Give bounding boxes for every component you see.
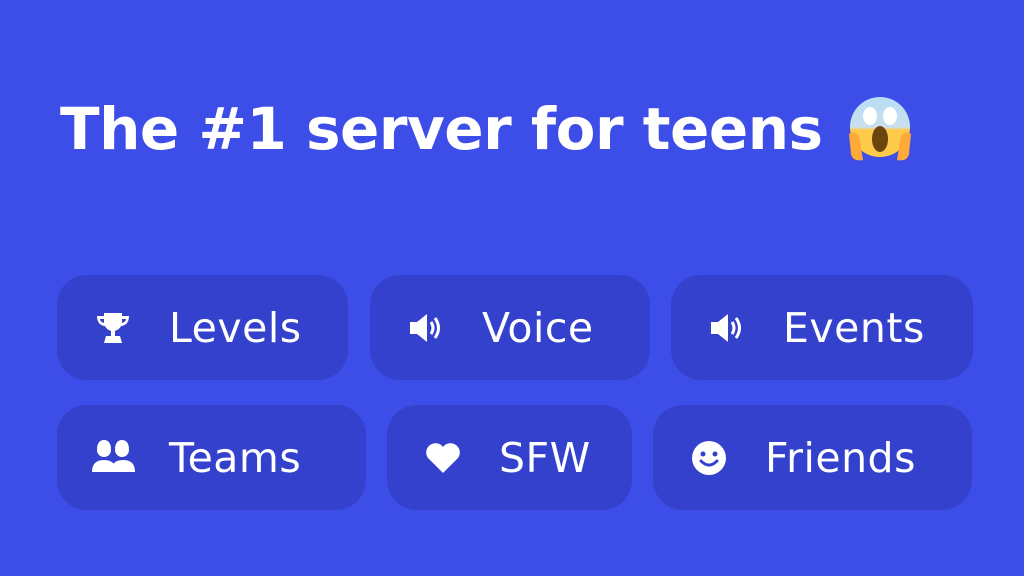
feature-levels: Levels: [57, 275, 348, 380]
feature-voice: Voice: [370, 275, 650, 380]
trophy-icon: [91, 306, 135, 350]
speaker-icon: [705, 306, 749, 350]
screaming-face-emoji-icon: [848, 97, 911, 161]
feature-label: SFW: [499, 433, 591, 482]
heart-icon: [421, 436, 465, 480]
feature-label: Levels: [169, 303, 302, 352]
feature-events: Events: [671, 275, 973, 380]
feature-label: Teams: [169, 433, 302, 482]
feature-teams: Teams: [57, 405, 366, 510]
smile-icon: [687, 436, 731, 480]
speaker-icon: [404, 306, 448, 350]
feature-friends: Friends: [653, 405, 972, 510]
feature-label: Friends: [765, 433, 916, 482]
headline: The #1 server for teens: [60, 92, 917, 166]
feature-label: Voice: [482, 303, 594, 352]
users-icon: [91, 436, 135, 480]
headline-text: The #1 server for teens: [60, 95, 823, 163]
feature-sfw: SFW: [387, 405, 632, 510]
feature-label: Events: [783, 303, 925, 352]
